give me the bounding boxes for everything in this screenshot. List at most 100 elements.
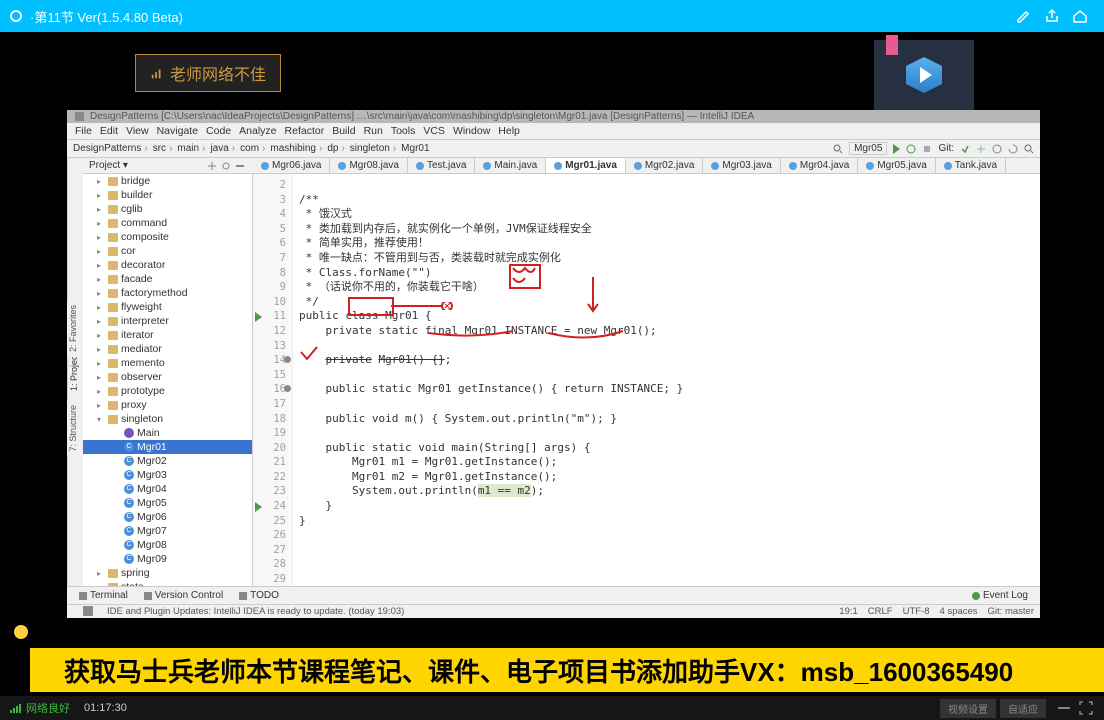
hide-icon[interactable] bbox=[235, 161, 245, 171]
vcs-label: Git: bbox=[938, 143, 954, 154]
bottom-tab-todo[interactable]: TODO bbox=[231, 589, 287, 602]
collapse-icon[interactable] bbox=[207, 161, 217, 171]
crumb[interactable]: singleton bbox=[350, 143, 399, 154]
menu-build[interactable]: Build bbox=[332, 125, 355, 137]
crumb[interactable]: main bbox=[177, 143, 208, 154]
tree-item-observer[interactable]: ▸observer bbox=[83, 370, 252, 384]
vcs-revert-icon[interactable] bbox=[1008, 144, 1018, 154]
bottom-tab-version-control[interactable]: Version Control bbox=[136, 589, 231, 602]
tree-item-mgr01[interactable]: CMgr01 bbox=[83, 440, 252, 454]
tree-item-builder[interactable]: ▸builder bbox=[83, 188, 252, 202]
fullscreen-icon[interactable] bbox=[1078, 700, 1094, 716]
tree-item-main[interactable]: Main bbox=[83, 426, 252, 440]
tree-item-mediator[interactable]: ▸mediator bbox=[83, 342, 252, 356]
editor-tab[interactable]: Tank.java bbox=[936, 158, 1006, 173]
menu-analyze[interactable]: Analyze bbox=[239, 125, 276, 137]
tree-item-prototype[interactable]: ▸prototype bbox=[83, 384, 252, 398]
ide-menubar[interactable]: File Edit View Navigate Code Analyze Refactor B… bbox=[67, 123, 1040, 140]
menu-help[interactable]: Help bbox=[498, 125, 520, 137]
vcs-history-icon[interactable] bbox=[992, 144, 1002, 154]
code-editor[interactable]: 2345678910111213141516171819202122232425… bbox=[253, 174, 1040, 586]
menu-view[interactable]: View bbox=[126, 125, 149, 137]
editor-tab[interactable]: Mgr02.java bbox=[626, 158, 703, 173]
crumb[interactable]: src bbox=[153, 143, 176, 154]
favorites-tab[interactable]: 2: Favorites bbox=[67, 300, 83, 357]
tree-item-mgr06[interactable]: CMgr06 bbox=[83, 510, 252, 524]
menu-code[interactable]: Code bbox=[206, 125, 231, 137]
menu-vcs[interactable]: VCS bbox=[423, 125, 445, 137]
structure-tab[interactable]: 7: Structure bbox=[67, 400, 83, 457]
stop-icon[interactable] bbox=[922, 144, 932, 154]
editor-tabs[interactable]: Mgr06.javaMgr08.javaTest.javaMain.javaMg… bbox=[253, 158, 1040, 174]
crumb[interactable]: mashibing bbox=[270, 143, 325, 154]
tree-item-interpreter[interactable]: ▸interpreter bbox=[83, 314, 252, 328]
settings-icon[interactable] bbox=[221, 161, 231, 171]
tree-item-cor[interactable]: ▸cor bbox=[83, 244, 252, 258]
tree-item-memento[interactable]: ▸memento bbox=[83, 356, 252, 370]
event-log-tab[interactable]: Event Log bbox=[964, 589, 1036, 602]
tree-item-mgr05[interactable]: CMgr05 bbox=[83, 496, 252, 510]
editor-tab[interactable]: Mgr03.java bbox=[703, 158, 780, 173]
status-item[interactable]: CRLF bbox=[868, 606, 893, 617]
editor-tab[interactable]: Mgr01.java bbox=[546, 158, 626, 173]
menu-window[interactable]: Window bbox=[453, 125, 490, 137]
bottom-tab-terminal[interactable]: Terminal bbox=[71, 589, 136, 602]
tree-item-command[interactable]: ▸command bbox=[83, 216, 252, 230]
tree-item-singleton[interactable]: ▾singleton bbox=[83, 412, 252, 426]
tree-item-mgr08[interactable]: CMgr08 bbox=[83, 538, 252, 552]
tree-item-composite[interactable]: ▸composite bbox=[83, 230, 252, 244]
tree-item-decorator[interactable]: ▸decorator bbox=[83, 258, 252, 272]
status-item[interactable]: UTF-8 bbox=[903, 606, 930, 617]
editor-tab[interactable]: Test.java bbox=[408, 158, 475, 173]
bottom-tool-tabs[interactable]: TerminalVersion ControlTODO Event Log bbox=[67, 586, 1040, 604]
play-time: 01:17:30 bbox=[84, 702, 127, 714]
status-item[interactable]: Git: master bbox=[988, 606, 1034, 617]
tree-item-mgr07[interactable]: CMgr07 bbox=[83, 524, 252, 538]
debug-icon[interactable] bbox=[906, 144, 916, 154]
minimize-icon[interactable] bbox=[1056, 700, 1072, 716]
editor-tab[interactable]: Mgr08.java bbox=[330, 158, 407, 173]
run-config[interactable]: Mgr05 bbox=[849, 142, 887, 155]
edit-icon[interactable] bbox=[1016, 8, 1032, 24]
editor-tab[interactable]: Mgr04.java bbox=[781, 158, 858, 173]
status-item[interactable]: 19:1 bbox=[839, 606, 858, 617]
search-icon[interactable] bbox=[833, 144, 843, 154]
menu-edit[interactable]: Edit bbox=[100, 125, 118, 137]
tree-item-mgr03[interactable]: CMgr03 bbox=[83, 468, 252, 482]
crumb[interactable]: java bbox=[210, 143, 238, 154]
project-tool-tab[interactable]: 1: Project bbox=[67, 158, 83, 586]
crumb[interactable]: Mgr01 bbox=[401, 143, 435, 154]
tree-item-facade[interactable]: ▸facade bbox=[83, 272, 252, 286]
crumb[interactable]: DesignPatterns bbox=[73, 143, 151, 154]
menu-file[interactable]: File bbox=[75, 125, 92, 137]
tree-item-flyweight[interactable]: ▸flyweight bbox=[83, 300, 252, 314]
crumb[interactable]: com bbox=[240, 143, 268, 154]
vcs-update-icon[interactable] bbox=[960, 144, 970, 154]
editor-tab[interactable]: Mgr06.java bbox=[253, 158, 330, 173]
crumb[interactable]: dp bbox=[327, 143, 347, 154]
tree-item-spring[interactable]: ▸spring bbox=[83, 566, 252, 580]
tree-item-iterator[interactable]: ▸iterator bbox=[83, 328, 252, 342]
menu-navigate[interactable]: Navigate bbox=[157, 125, 198, 137]
run-icon[interactable] bbox=[893, 144, 900, 154]
editor-tab[interactable]: Main.java bbox=[475, 158, 546, 173]
tree-item-bridge[interactable]: ▸bridge bbox=[83, 174, 252, 188]
editor-tab[interactable]: Mgr05.java bbox=[858, 158, 935, 173]
tree-item-mgr09[interactable]: CMgr09 bbox=[83, 552, 252, 566]
home-icon[interactable] bbox=[1072, 8, 1088, 24]
menu-run[interactable]: Run bbox=[364, 125, 383, 137]
tree-item-factorymethod[interactable]: ▸factorymethod bbox=[83, 286, 252, 300]
tree-item-mgr02[interactable]: CMgr02 bbox=[83, 454, 252, 468]
tree-item-mgr04[interactable]: CMgr04 bbox=[83, 482, 252, 496]
project-tree[interactable]: ▸bridge▸builder▸cglib▸command▸composite▸… bbox=[83, 174, 253, 586]
fit-button[interactable]: 自适应 bbox=[1000, 699, 1046, 718]
share-icon[interactable] bbox=[1044, 8, 1060, 24]
find-icon[interactable] bbox=[1024, 144, 1034, 154]
menu-refactor[interactable]: Refactor bbox=[285, 125, 325, 137]
status-item[interactable]: 4 spaces bbox=[940, 606, 978, 617]
vcs-commit-icon[interactable] bbox=[976, 144, 986, 154]
video-settings-button[interactable]: 视频设置 bbox=[940, 699, 996, 718]
menu-tools[interactable]: Tools bbox=[391, 125, 416, 137]
tree-item-proxy[interactable]: ▸proxy bbox=[83, 398, 252, 412]
tree-item-cglib[interactable]: ▸cglib bbox=[83, 202, 252, 216]
